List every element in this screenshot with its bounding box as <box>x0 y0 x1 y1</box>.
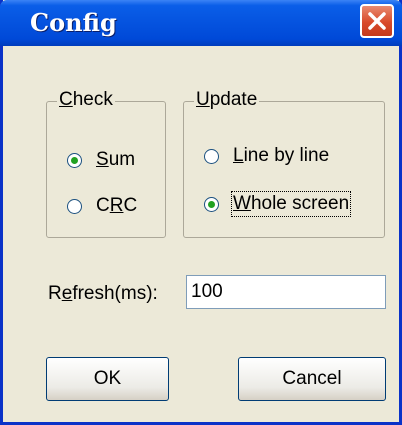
cancel-button[interactable]: Cancel <box>238 357 386 401</box>
title-bar[interactable]: Config <box>0 0 402 46</box>
sum-label: Sum <box>96 149 136 170</box>
line-by-line-label: Line by line <box>233 145 330 166</box>
refresh-input[interactable] <box>186 275 386 309</box>
refresh-label: Refresh(ms): <box>48 283 158 304</box>
crc-label: CRC <box>96 195 138 216</box>
crc-radio-dot[interactable] <box>67 198 82 214</box>
check-group: Check Sum CRC <box>46 89 166 238</box>
line-by-line-radio-dot[interactable] <box>204 148 219 164</box>
whole-screen-radio[interactable]: Whole screen <box>204 191 352 217</box>
check-legend: Check <box>57 89 115 111</box>
whole-screen-radio-dot[interactable] <box>204 196 219 212</box>
window-title: Config <box>30 8 117 37</box>
crc-radio[interactable]: CRC <box>67 195 137 217</box>
sum-radio[interactable]: Sum <box>67 149 135 171</box>
update-legend: Update <box>194 89 260 111</box>
update-group: Update Line by line Whole screen <box>183 89 385 238</box>
close-button[interactable] <box>360 4 394 38</box>
sum-radio-dot[interactable] <box>67 152 82 168</box>
close-icon <box>368 12 386 30</box>
config-dialog: Config Check Sum CRC Update Line by line… <box>0 0 402 425</box>
line-by-line-radio[interactable]: Line by line <box>204 145 329 167</box>
ok-button[interactable]: OK <box>46 357 169 401</box>
whole-screen-label: Whole screen <box>230 191 352 217</box>
